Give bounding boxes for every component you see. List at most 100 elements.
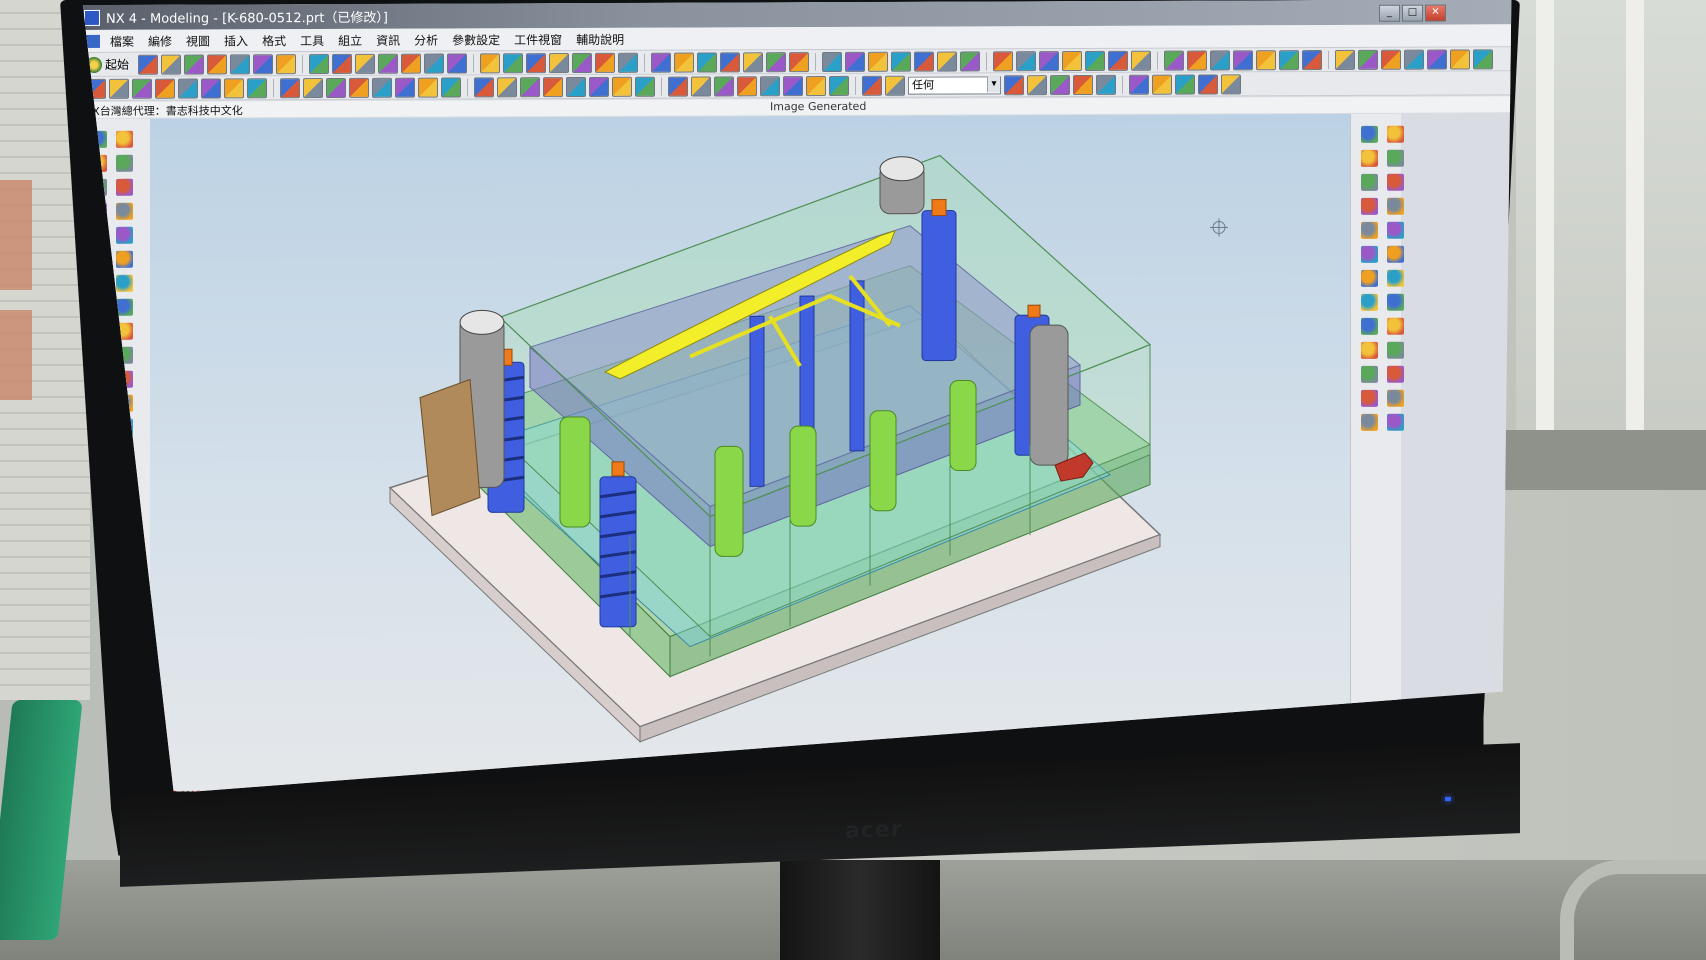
curve-tool-icon[interactable] bbox=[497, 77, 517, 97]
standard-tool-icon[interactable] bbox=[1279, 50, 1299, 70]
curve-tool-icon[interactable] bbox=[372, 77, 392, 97]
curve-tool-icon[interactable] bbox=[543, 77, 563, 97]
resource-tool-icon[interactable] bbox=[1361, 342, 1378, 359]
standard-tool-icon[interactable] bbox=[822, 51, 842, 71]
standard-tool-icon[interactable] bbox=[480, 53, 500, 73]
standard-tool-icon[interactable] bbox=[743, 52, 763, 72]
standard-tool-icon[interactable] bbox=[1381, 49, 1401, 69]
curve-tool-icon[interactable] bbox=[783, 76, 803, 96]
selection-tool-icon[interactable] bbox=[1027, 75, 1047, 95]
curve-tool-icon[interactable] bbox=[224, 78, 244, 98]
curve-tool-icon[interactable] bbox=[691, 76, 711, 96]
standard-tool-icon[interactable] bbox=[503, 53, 523, 73]
curve-tool-icon[interactable] bbox=[668, 76, 688, 96]
resource-tool-icon[interactable] bbox=[1361, 366, 1378, 383]
standard-tool-icon[interactable] bbox=[1131, 50, 1151, 70]
feature-tool-icon[interactable] bbox=[116, 227, 133, 244]
standard-tool-icon[interactable] bbox=[766, 52, 786, 72]
standard-tool-icon[interactable] bbox=[378, 53, 398, 73]
selection-tool-icon[interactable] bbox=[1004, 75, 1024, 95]
standard-tool-icon[interactable] bbox=[355, 53, 375, 73]
menu-analysis[interactable]: 分析 bbox=[407, 31, 445, 48]
feature-tool-icon[interactable] bbox=[116, 203, 133, 220]
curve-tool-icon[interactable] bbox=[714, 76, 734, 96]
feature-tool-icon[interactable] bbox=[116, 299, 133, 316]
resource-tool-icon[interactable] bbox=[1387, 174, 1404, 191]
resource-tool-icon[interactable] bbox=[1361, 222, 1378, 239]
standard-tool-icon[interactable] bbox=[1404, 49, 1424, 69]
maximize-button[interactable]: □ bbox=[1402, 5, 1423, 22]
standard-tool-icon[interactable] bbox=[526, 53, 546, 73]
curve-tool-icon[interactable] bbox=[737, 76, 757, 96]
curve-tool-icon[interactable] bbox=[520, 77, 540, 97]
standard-tool-icon[interactable] bbox=[1085, 50, 1105, 70]
curve-tool-icon[interactable] bbox=[178, 78, 198, 98]
feature-tool-icon[interactable] bbox=[116, 251, 133, 268]
resource-tool-icon[interactable] bbox=[1387, 294, 1404, 311]
menu-format[interactable]: 格式 bbox=[255, 32, 293, 49]
standard-tool-icon[interactable] bbox=[845, 51, 865, 71]
standard-tool-icon[interactable] bbox=[401, 53, 421, 73]
standard-tool-icon[interactable] bbox=[207, 54, 227, 74]
curve-tool-icon[interactable] bbox=[326, 77, 346, 97]
curve-tool-icon[interactable] bbox=[418, 77, 438, 97]
standard-tool-icon[interactable] bbox=[868, 51, 888, 71]
resource-tool-icon[interactable] bbox=[1361, 150, 1378, 167]
document-icon[interactable] bbox=[86, 34, 100, 47]
selection-tool-icon[interactable] bbox=[1221, 74, 1241, 94]
curve-tool-icon[interactable] bbox=[303, 78, 323, 98]
menu-window[interactable]: 工件視窗 bbox=[507, 31, 569, 48]
standard-tool-icon[interactable] bbox=[572, 52, 592, 72]
resource-tool-icon[interactable] bbox=[1387, 246, 1404, 263]
standard-tool-icon[interactable] bbox=[960, 51, 980, 71]
resource-tool-icon[interactable] bbox=[1387, 270, 1404, 287]
standard-tool-icon[interactable] bbox=[1473, 49, 1493, 69]
curve-tool-icon[interactable] bbox=[109, 78, 129, 98]
menu-file[interactable]: 檔案 bbox=[103, 32, 141, 49]
resource-tool-icon[interactable] bbox=[1387, 366, 1404, 383]
selection-tool-icon[interactable] bbox=[1129, 74, 1149, 94]
resource-tool-icon[interactable] bbox=[1387, 414, 1404, 431]
standard-tool-icon[interactable] bbox=[993, 51, 1013, 71]
start-button[interactable]: 起始 bbox=[86, 56, 129, 73]
resource-tool-icon[interactable] bbox=[1387, 342, 1404, 359]
resource-tool-icon[interactable] bbox=[1361, 174, 1378, 191]
curve-tool-icon[interactable] bbox=[862, 75, 882, 95]
resource-tool-icon[interactable] bbox=[1361, 126, 1378, 143]
standard-tool-icon[interactable] bbox=[1164, 50, 1184, 70]
standard-tool-icon[interactable] bbox=[161, 54, 181, 74]
standard-tool-icon[interactable] bbox=[1302, 50, 1322, 70]
resource-tool-icon[interactable] bbox=[1361, 198, 1378, 215]
graphics-viewport[interactable]: TOP WORK bbox=[150, 114, 1350, 809]
minimize-button[interactable]: _ bbox=[1379, 5, 1400, 22]
standard-tool-icon[interactable] bbox=[549, 53, 569, 73]
standard-tool-icon[interactable] bbox=[1187, 50, 1207, 70]
standard-tool-icon[interactable] bbox=[1210, 50, 1230, 70]
curve-tool-icon[interactable] bbox=[566, 76, 586, 96]
menu-preferences[interactable]: 參數設定 bbox=[445, 31, 507, 48]
resource-tool-icon[interactable] bbox=[1361, 294, 1378, 311]
menu-insert[interactable]: 插入 bbox=[217, 32, 255, 49]
resource-tool-icon[interactable] bbox=[1387, 198, 1404, 215]
curve-tool-icon[interactable] bbox=[132, 78, 152, 98]
standard-tool-icon[interactable] bbox=[937, 51, 957, 71]
curve-tool-icon[interactable] bbox=[885, 75, 905, 95]
standard-tool-icon[interactable] bbox=[276, 54, 296, 74]
resource-tool-icon[interactable] bbox=[1387, 222, 1404, 239]
standard-tool-icon[interactable] bbox=[674, 52, 694, 72]
menu-view[interactable]: 視圖 bbox=[179, 32, 217, 49]
selection-tool-icon[interactable] bbox=[1198, 74, 1218, 94]
resource-tool-icon[interactable] bbox=[1361, 270, 1378, 287]
curve-tool-icon[interactable] bbox=[441, 77, 461, 97]
resource-tool-icon[interactable] bbox=[1387, 318, 1404, 335]
standard-tool-icon[interactable] bbox=[651, 52, 671, 72]
curve-tool-icon[interactable] bbox=[349, 77, 369, 97]
resource-tool-icon[interactable] bbox=[1361, 246, 1378, 263]
resource-tool-icon[interactable] bbox=[1361, 318, 1378, 335]
resource-tool-icon[interactable] bbox=[1387, 390, 1404, 407]
standard-tool-icon[interactable] bbox=[595, 52, 615, 72]
standard-tool-icon[interactable] bbox=[914, 51, 934, 71]
standard-tool-icon[interactable] bbox=[1233, 50, 1253, 70]
menu-edit[interactable]: 編修 bbox=[141, 32, 179, 49]
standard-tool-icon[interactable] bbox=[789, 52, 809, 72]
